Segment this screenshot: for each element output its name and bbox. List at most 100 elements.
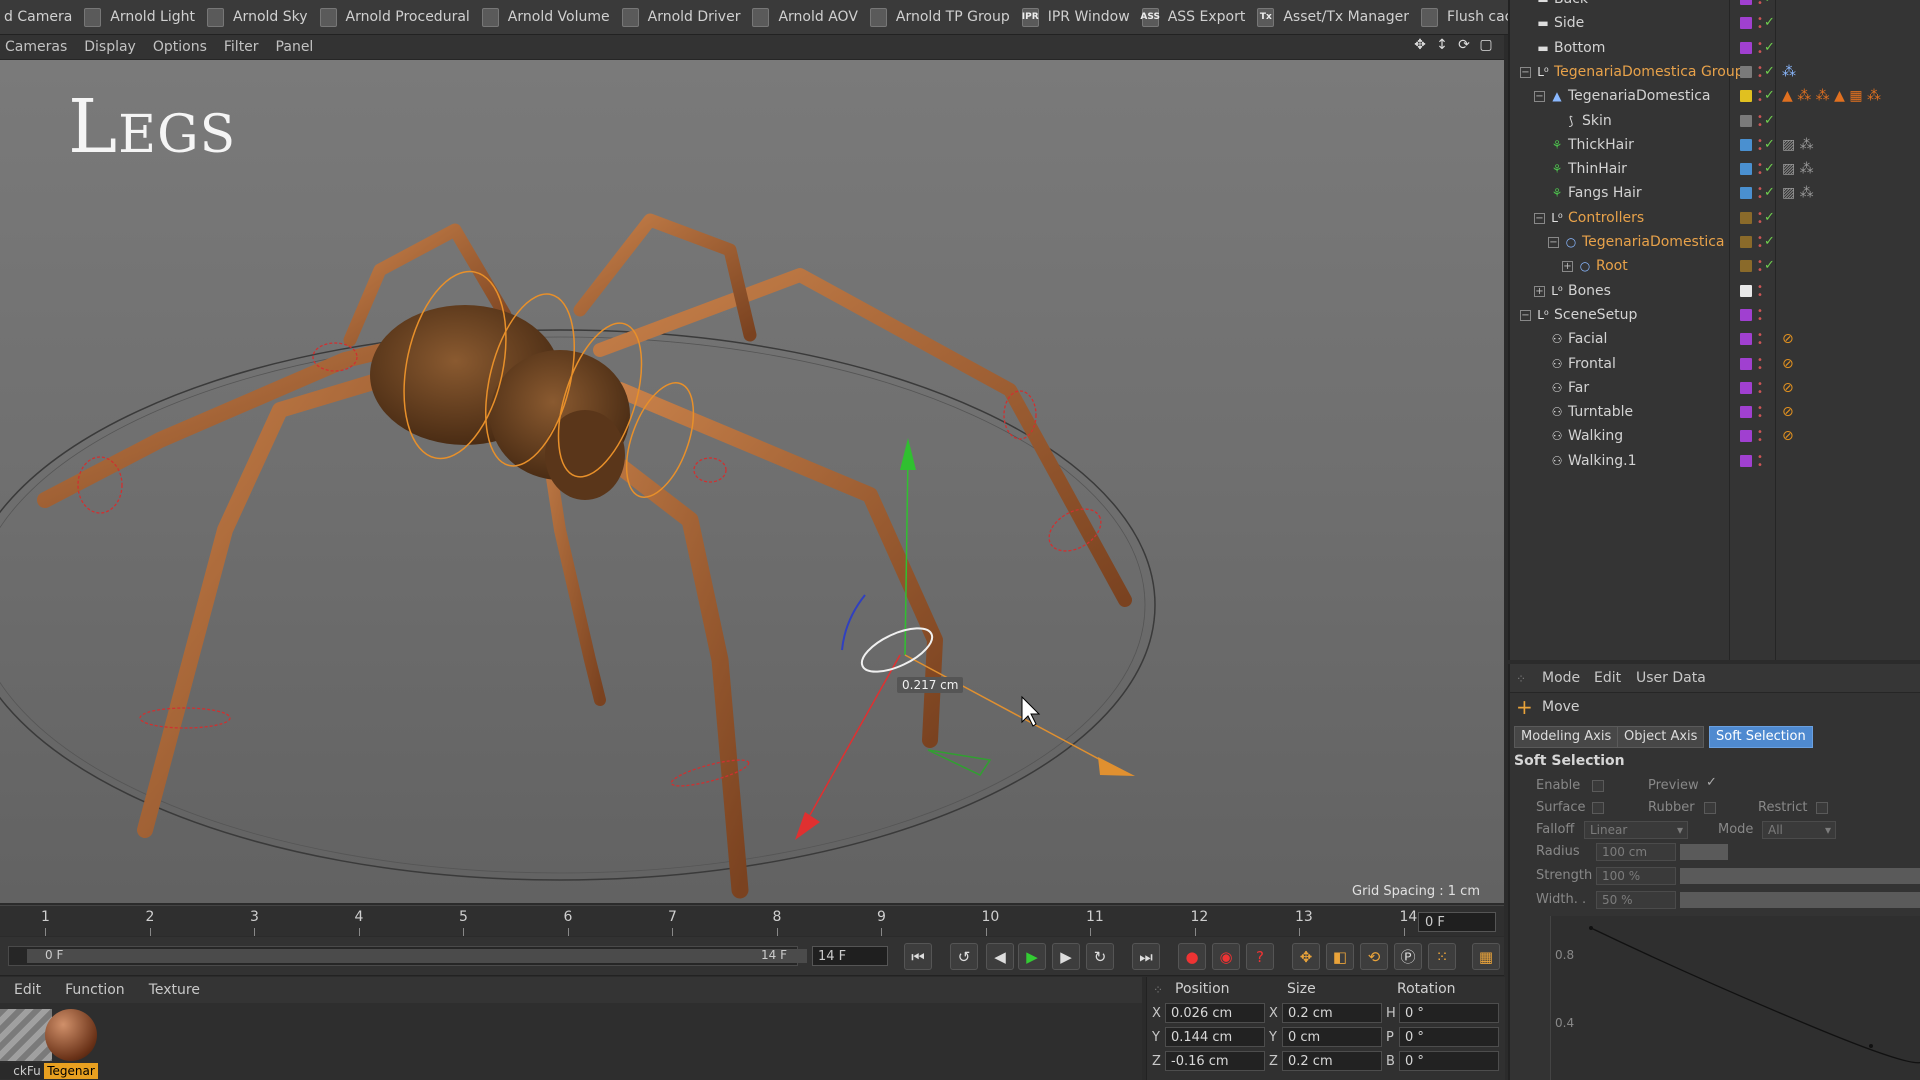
rubber-checkbox[interactable]: [1704, 802, 1716, 814]
attr-menu-user-data[interactable]: User Data: [1636, 670, 1706, 686]
visibility-dots-icon[interactable]: ••: [1757, 112, 1763, 130]
enabled-check-icon[interactable]: ✓: [1764, 234, 1775, 249]
material-menu-function[interactable]: Function: [51, 982, 135, 998]
preview-range-slider[interactable]: 0 F 14 F: [8, 946, 807, 966]
tab-soft-selection[interactable]: Soft Selection: [1709, 726, 1813, 748]
width-field[interactable]: 50 %: [1596, 891, 1676, 909]
visibility-dots-icon[interactable]: ••: [1757, 15, 1763, 33]
collapse-icon[interactable]: −: [1520, 66, 1531, 78]
key-rotation-button[interactable]: ⟲: [1360, 943, 1388, 970]
tab-modeling-axis[interactable]: Modeling Axis: [1514, 726, 1619, 748]
layer-color-swatch[interactable]: [1740, 406, 1752, 419]
object-row[interactable]: − L⁰ TegenariaDomestica Group • • ✓ ⁂: [1510, 61, 1920, 85]
object-name[interactable]: Walking.1: [1568, 453, 1637, 469]
record-keys-button[interactable]: ●: [1178, 943, 1206, 970]
object-name[interactable]: Frontal: [1568, 356, 1616, 372]
enabled-check-icon[interactable]: ✓: [1764, 88, 1775, 103]
protection-tag-icon[interactable]: ⊘: [1782, 380, 1794, 396]
object-row[interactable]: + ○ Root • • ✓: [1510, 255, 1920, 279]
object-tags-icon[interactable]: ▲ ⁂ ⁂ ▲ ▦ ⁂: [1782, 88, 1881, 104]
hair-material-tag-icon[interactable]: ▨ ⁂: [1782, 161, 1814, 177]
current-frame-field[interactable]: 0 F: [1418, 912, 1496, 932]
visibility-dots-icon[interactable]: ••: [1757, 355, 1763, 373]
hair-material-tag-icon[interactable]: ▨ ⁂: [1782, 137, 1814, 153]
object-row[interactable]: ⚇ Frontal • • ⊘: [1510, 353, 1920, 377]
visibility-dots-icon[interactable]: ••: [1757, 282, 1763, 300]
rotate-icon[interactable]: ⟳: [1456, 37, 1472, 55]
layer-color-swatch[interactable]: [1740, 260, 1752, 273]
enabled-check-icon[interactable]: ✓: [1764, 15, 1775, 30]
visibility-dots-icon[interactable]: ••: [1757, 234, 1763, 252]
falloff-graph[interactable]: 0.8 0.4: [1550, 916, 1920, 1080]
key-scale-button[interactable]: ◧: [1326, 943, 1354, 970]
object-name[interactable]: TegenariaDomestica Group: [1554, 64, 1744, 80]
layer-color-swatch[interactable]: [1740, 454, 1752, 467]
attr-menu-mode[interactable]: Mode: [1542, 670, 1580, 686]
object-row[interactable]: ⚇ Walking.1 • •: [1510, 450, 1920, 474]
key-position-button[interactable]: ✥: [1292, 943, 1320, 970]
visibility-dots-icon[interactable]: ••: [1757, 39, 1763, 57]
end-frame-field[interactable]: 14 F: [812, 946, 888, 966]
visibility-dots-icon[interactable]: ••: [1757, 161, 1763, 179]
object-row[interactable]: ⚇ Walking • • ⊘: [1510, 425, 1920, 449]
object-name[interactable]: Side: [1554, 15, 1584, 31]
collapse-icon[interactable]: −: [1534, 91, 1545, 103]
object-row[interactable]: − ○ TegenariaDomestica • • ✓: [1510, 231, 1920, 255]
enabled-check-icon[interactable]: ✓: [1764, 210, 1775, 225]
visibility-dots-icon[interactable]: ••: [1757, 404, 1763, 422]
object-row[interactable]: ▬ Side • • ✓: [1510, 12, 1920, 36]
maximize-icon[interactable]: ▢: [1478, 37, 1494, 55]
position-x-field[interactable]: 0.026 cm: [1165, 1003, 1265, 1023]
object-name[interactable]: TegenariaDomestica: [1582, 234, 1725, 250]
visibility-dots-icon[interactable]: ••: [1757, 306, 1763, 324]
visibility-dots-icon[interactable]: ••: [1757, 185, 1763, 203]
object-row[interactable]: ⚇ Facial • • ⊘: [1510, 328, 1920, 352]
toolbar-item[interactable]: Arnold Procedural: [316, 0, 478, 34]
key-parameter-button[interactable]: Ⓟ: [1394, 943, 1422, 970]
range-fill[interactable]: [27, 949, 807, 963]
object-row[interactable]: − L⁰ SceneSetup • •: [1510, 304, 1920, 328]
hair-material-tag-icon[interactable]: ▨ ⁂: [1782, 185, 1814, 201]
enabled-check-icon[interactable]: ✓: [1764, 258, 1775, 273]
visibility-dots-icon[interactable]: ••: [1757, 136, 1763, 154]
visibility-dots-icon[interactable]: ••: [1757, 88, 1763, 106]
object-name[interactable]: Fangs Hair: [1568, 185, 1642, 201]
size-z-field[interactable]: 0.2 cm: [1282, 1051, 1382, 1071]
layer-color-swatch[interactable]: [1740, 90, 1752, 103]
3d-viewport[interactable]: Legs 0.217 cm Grid Spacing : 1 cm: [0, 60, 1504, 903]
layer-color-swatch[interactable]: [1740, 381, 1752, 394]
xpresso-tag-icon[interactable]: ⁂: [1782, 64, 1796, 80]
surface-checkbox[interactable]: [1592, 802, 1604, 814]
enable-checkbox[interactable]: [1592, 780, 1604, 792]
toolbar-item[interactable]: Arnold Volume: [478, 0, 618, 34]
enabled-check-icon[interactable]: ✓: [1764, 0, 1775, 6]
layer-color-swatch[interactable]: [1740, 211, 1752, 224]
enabled-check-icon[interactable]: ✓: [1764, 40, 1775, 55]
toolbar-item[interactable]: Arnold TP Group: [866, 0, 1018, 34]
object-row[interactable]: ⚘ Fangs Hair • • ✓ ▨ ⁂: [1510, 182, 1920, 206]
object-row[interactable]: ▬ Bottom • • ✓: [1510, 37, 1920, 61]
toolbar-item[interactable]: Arnold Light: [80, 0, 203, 34]
menu-display[interactable]: Display: [79, 39, 148, 55]
toolbar-item[interactable]: d Camera: [0, 0, 80, 34]
radius-field[interactable]: 100 cm: [1596, 843, 1676, 861]
object-name[interactable]: Controllers: [1568, 210, 1644, 226]
visibility-dots-icon[interactable]: ••: [1757, 258, 1763, 276]
key-pla-button[interactable]: ⁙: [1428, 943, 1456, 970]
object-name[interactable]: Root: [1596, 258, 1628, 274]
go-to-end-button[interactable]: ⏭: [1132, 943, 1160, 970]
layer-color-swatch[interactable]: [1740, 430, 1752, 443]
play-button[interactable]: ▶: [1018, 943, 1046, 970]
layer-color-swatch[interactable]: [1740, 41, 1752, 54]
layer-color-swatch[interactable]: [1740, 65, 1752, 78]
menu-cameras[interactable]: Cameras: [0, 39, 79, 55]
layer-color-swatch[interactable]: [1740, 333, 1752, 346]
preview-checkbox[interactable]: ✓: [1706, 775, 1717, 790]
keyframe-selection-button[interactable]: ?: [1246, 943, 1274, 970]
protection-tag-icon[interactable]: ⊘: [1782, 404, 1794, 420]
protection-tag-icon[interactable]: ⊘: [1782, 331, 1794, 347]
falloff-dropdown[interactable]: Linear ▾: [1584, 821, 1688, 839]
strength-slider[interactable]: [1680, 868, 1920, 884]
toolbar-item[interactable]: Arnold Driver: [618, 0, 749, 34]
object-name[interactable]: Bottom: [1554, 40, 1605, 56]
